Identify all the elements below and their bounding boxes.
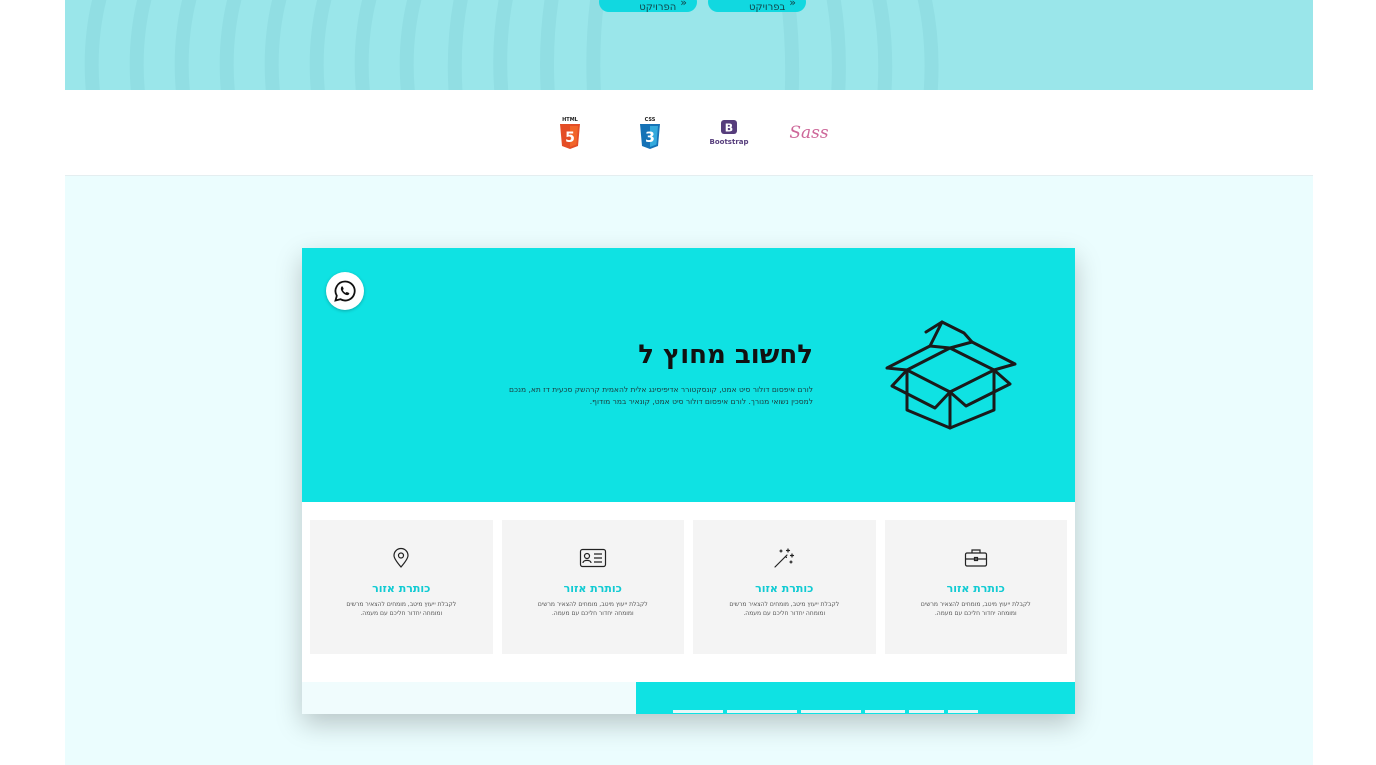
view-project-button[interactable]: « לצפייה בפרויקט bbox=[708, 0, 806, 13]
svg-text:3: 3 bbox=[645, 130, 655, 146]
id-card-icon bbox=[579, 548, 606, 568]
preview-next-section-left bbox=[302, 682, 636, 714]
html5-icon: HTML 5 bbox=[560, 117, 580, 149]
svg-text:B: B bbox=[725, 122, 733, 135]
feature-card: כותרת אזור לקבלת ייעוץ מיטב, מומחים להצא… bbox=[884, 520, 1067, 654]
double-chevron-left-icon: « bbox=[789, 0, 796, 9]
svg-text:Bootstrap: Bootstrap bbox=[710, 138, 749, 146]
preview-next-section-right bbox=[636, 682, 1075, 714]
preview-hero: לחשוב מחוץ ל לורם איפסום דולור סיט אמט, … bbox=[302, 248, 1075, 502]
whatsapp-button[interactable] bbox=[326, 272, 364, 310]
feature-card-text: לקבלת ייעוץ מיטב, מומחים להצאיר מרשים ומ… bbox=[537, 601, 648, 617]
preview-title: לחשוב מחוץ ל bbox=[638, 340, 813, 370]
svg-text:5: 5 bbox=[565, 130, 575, 146]
feature-card-title: כותרת אזור bbox=[372, 582, 431, 595]
whatsapp-icon bbox=[334, 280, 356, 302]
technologies-strip bbox=[65, 90, 1313, 176]
feature-card-text: לקבלת ייעוץ מיטב, מומחים להצאיר מרשים ומ… bbox=[346, 601, 457, 617]
css3-icon: CSS 3 bbox=[640, 117, 660, 149]
svg-text:HTML: HTML bbox=[562, 117, 579, 123]
website-preview-screenshot[interactable]: לחשוב מחוץ ל לורם איפסום דולור סיט אמט, … bbox=[302, 248, 1075, 714]
feature-card-text: לקבלת ייעוץ מיטב, מומחים להצאיר מרשים ומ… bbox=[729, 601, 840, 617]
view-project-label: לצפייה בפרויקט bbox=[749, 0, 786, 13]
feature-cards: כותרת אזור לקבלת ייעוץ מיטב, מומחים להצא… bbox=[310, 520, 1067, 654]
preview-description: לורם איפסום דולור סיט אמט, קונסקטורר אדי… bbox=[509, 385, 813, 406]
double-chevron-left-icon: « bbox=[680, 0, 687, 9]
preview-partial-strip bbox=[673, 710, 1053, 713]
briefcase-icon bbox=[964, 549, 987, 567]
feature-card-title: כותרת אזור bbox=[563, 582, 622, 595]
magic-wand-icon bbox=[774, 548, 795, 568]
open-box-icon bbox=[885, 320, 1017, 430]
bootstrap-icon: B Bootstrap bbox=[710, 120, 749, 146]
sass-icon: Sass bbox=[789, 123, 829, 143]
feature-card-title: כותרת אזור bbox=[946, 582, 1005, 595]
feature-card-title: כותרת אזור bbox=[755, 582, 814, 595]
map-pin-icon bbox=[393, 547, 409, 568]
feature-card-text: לקבלת ייעוץ מיטב, מומחים להצאיר מרשים ומ… bbox=[920, 601, 1031, 617]
download-project-label: להורדת הפרויקט bbox=[639, 0, 677, 13]
download-project-button[interactable]: « להורדת הפרויקט bbox=[599, 0, 697, 13]
feature-card: כותרת אזור לקבלת ייעוץ מיטב, מומחים להצא… bbox=[310, 520, 493, 654]
feature-card: כותרת אזור לקבלת ייעוץ מיטב, מומחים להצא… bbox=[693, 520, 876, 654]
project-hero-band: « להורדת הפרויקט « לצפייה בפרויקט bbox=[65, 0, 1313, 90]
svg-text:Sass: Sass bbox=[789, 123, 829, 143]
svg-text:CSS: CSS bbox=[645, 117, 656, 123]
feature-card: כותרת אזור לקבלת ייעוץ מיטב, מומחים להצא… bbox=[501, 520, 684, 654]
decorative-stripes bbox=[84, 0, 939, 90]
